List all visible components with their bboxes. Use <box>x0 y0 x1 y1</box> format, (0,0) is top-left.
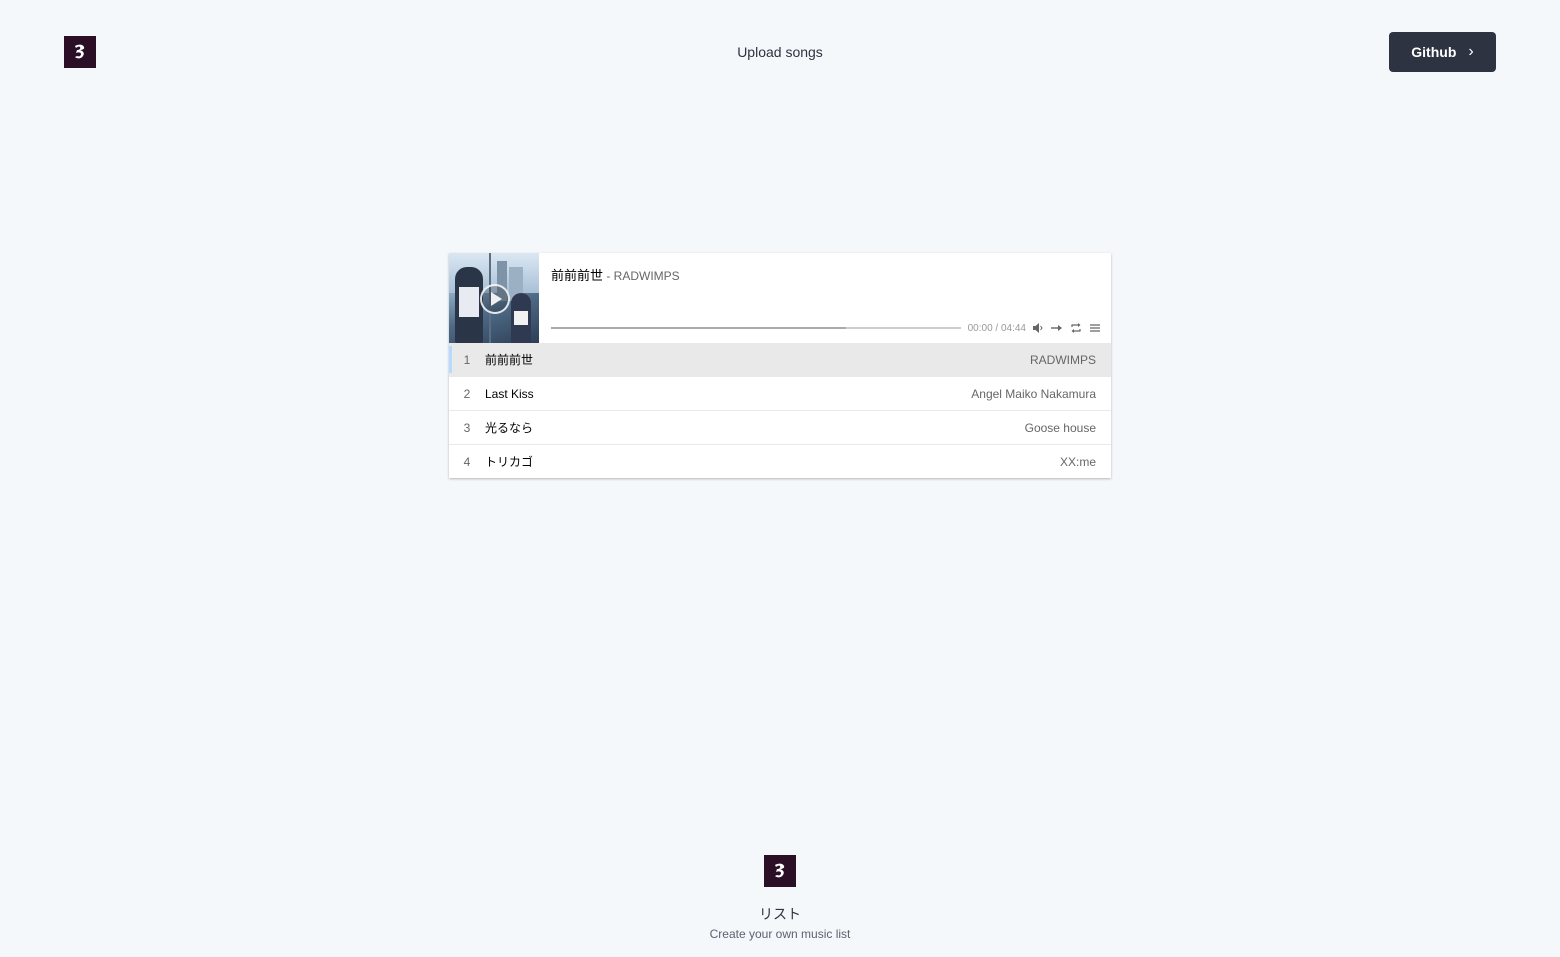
playlist-item[interactable]: 1 前前前世 RADWIMPS <box>449 343 1111 376</box>
music-player: 前前前世 - RADWIMPS 00:00 / 04:44 1 前前前世 RAD… <box>449 253 1111 478</box>
track-author: Goose house <box>1024 420 1096 435</box>
app-logo[interactable] <box>64 36 96 68</box>
github-button-label: Github <box>1411 44 1457 60</box>
track-number: 1 <box>463 352 471 367</box>
album-cover[interactable] <box>449 253 539 343</box>
dragon-logo-icon <box>75 44 85 59</box>
github-button[interactable]: Github › <box>1389 32 1496 72</box>
track-author: Angel Maiko Nakamura <box>971 386 1096 401</box>
playlist-item[interactable]: 4 トリカゴ XX:me <box>449 444 1111 478</box>
progress-loaded <box>551 327 846 329</box>
playlist: 1 前前前世 RADWIMPS 2 Last Kiss Angel Maiko … <box>449 343 1111 478</box>
progress-bar[interactable] <box>551 327 961 329</box>
playlist-item[interactable]: 3 光るなら Goose house <box>449 410 1111 444</box>
time-display: 00:00 / 04:44 <box>967 322 1026 334</box>
track-title: Last Kiss <box>485 386 534 401</box>
track-number: 4 <box>463 454 471 469</box>
track-info: 前前前世 - RADWIMPS 00:00 / 04:44 <box>539 253 1111 343</box>
player-controls: 00:00 / 04:44 <box>551 321 1102 335</box>
chevron-right-icon: › <box>1468 43 1474 60</box>
volume-icon[interactable] <box>1031 321 1045 335</box>
footer-subtitle: Create your own music list <box>709 927 851 941</box>
play-button-icon[interactable] <box>480 284 510 314</box>
order-list-icon[interactable] <box>1050 321 1064 335</box>
track-title: 前前前世 <box>485 353 534 367</box>
footer-title: リスト <box>759 906 801 922</box>
dragon-logo-icon <box>775 863 785 878</box>
current-song-title: 前前前世 <box>551 268 604 283</box>
track-number: 2 <box>463 386 471 401</box>
upload-songs-link[interactable]: Upload songs <box>737 44 823 60</box>
playlist-menu-icon[interactable] <box>1088 321 1102 335</box>
playlist-item[interactable]: 2 Last Kiss Angel Maiko Nakamura <box>449 376 1111 410</box>
track-author: RADWIMPS <box>1030 352 1096 367</box>
track-title: トリカゴ <box>485 455 534 469</box>
footer-logo <box>764 855 796 887</box>
track-author: XX:me <box>1059 454 1096 469</box>
current-song-author: - RADWIMPS <box>603 269 680 283</box>
track-number: 3 <box>463 420 471 435</box>
player-header: 前前前世 - RADWIMPS 00:00 / 04:44 <box>449 253 1111 343</box>
track-title: 光るなら <box>485 421 534 435</box>
loop-icon[interactable] <box>1069 321 1083 335</box>
